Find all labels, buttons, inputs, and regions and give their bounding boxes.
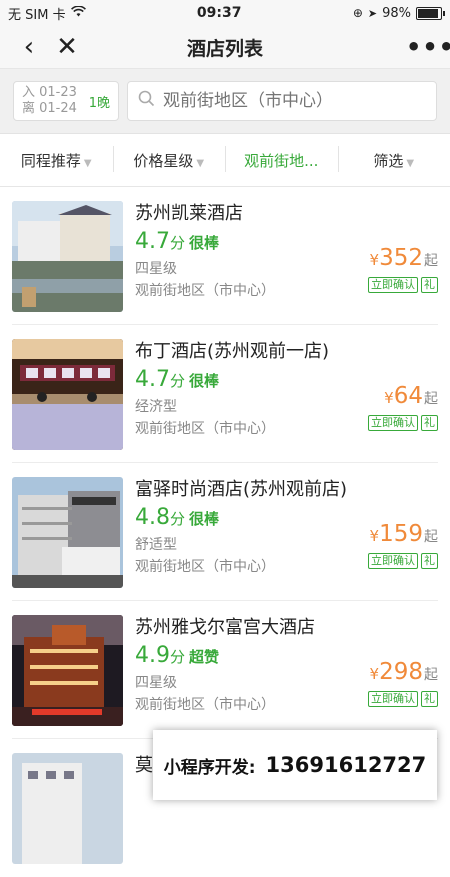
- hotel-price: ¥298起: [370, 659, 438, 685]
- status-right: ⊕ ➤ 98%: [353, 6, 442, 21]
- hotel-name: 苏州凯莱酒店: [135, 201, 438, 227]
- score-value: 4.9: [135, 643, 170, 668]
- currency-symbol: ¥: [370, 665, 380, 683]
- gift-badge: 礼: [421, 691, 438, 707]
- hotel-price: ¥352起: [370, 245, 438, 271]
- score-word: 很棒: [189, 234, 219, 252]
- dropdown-arrow-icon: ▼: [406, 158, 414, 169]
- price-suffix: 起: [424, 667, 438, 683]
- checkin-date: 入 01-23: [22, 85, 77, 101]
- status-left: 无 SIM 卡: [8, 4, 86, 23]
- date-range: 入 01-23 离 01-24: [22, 85, 77, 117]
- score-word: 很棒: [189, 510, 219, 528]
- search-row: 入 01-23 离 01-24 1晚: [0, 69, 450, 134]
- dropdown-arrow-icon: ▼: [84, 158, 92, 169]
- score-unit: 分: [170, 234, 185, 252]
- nav-bar: ‹ ✕ 酒店列表 •••: [0, 26, 450, 69]
- hotel-name: 富驿时尚酒店(苏州观前店): [135, 477, 438, 503]
- search-input[interactable]: [161, 90, 426, 112]
- price-value: 159: [379, 521, 423, 547]
- banner-phone: 13691612727: [266, 753, 427, 777]
- filter-location[interactable]: 观前街地...: [225, 150, 338, 171]
- date-selector[interactable]: 入 01-23 离 01-24 1晚: [13, 81, 119, 121]
- hotel-info: 布丁酒店(苏州观前一店) 4.7分很棒 经济型 观前街地区（市中心） ¥64起 …: [135, 339, 438, 462]
- developer-contact-banner: 小程序开发: 13691612727: [153, 730, 437, 800]
- instant-confirm-badge: 立即确认: [368, 277, 418, 293]
- score-unit: 分: [170, 372, 185, 390]
- battery-percent: 98%: [382, 6, 411, 21]
- filter-label: 同程推荐: [21, 152, 81, 170]
- hotel-list-item[interactable]: 布丁酒店(苏州观前一店) 4.7分很棒 经济型 观前街地区（市中心） ¥64起 …: [12, 325, 438, 463]
- hotel-name: 苏州雅戈尔富宫大酒店: [135, 615, 438, 641]
- hotel-tags: 立即确认礼: [368, 277, 438, 293]
- hotel-thumbnail: [12, 753, 123, 864]
- price-value: 352: [379, 245, 423, 271]
- hotel-list-item[interactable]: 富驿时尚酒店(苏州观前店) 4.8分很棒 舒适型 观前街地区（市中心） ¥159…: [12, 463, 438, 601]
- hotel-list-item[interactable]: 苏州雅戈尔富宫大酒店 4.9分超赞 四星级 观前街地区（市中心） ¥298起 立…: [12, 601, 438, 739]
- hotel-tags: 立即确认礼: [368, 553, 438, 569]
- hotel-price: ¥64起: [384, 383, 438, 409]
- price-suffix: 起: [424, 391, 438, 407]
- price-suffix: 起: [424, 253, 438, 269]
- score-value: 4.7: [135, 367, 170, 392]
- filter-price-star[interactable]: 价格星级▼: [113, 150, 226, 171]
- banner-label: 小程序开发:: [164, 753, 256, 778]
- rotation-lock-icon: ⊕: [353, 6, 363, 20]
- filter-label: 筛选: [373, 152, 403, 170]
- status-bar: 无 SIM 卡 09:37 ⊕ ➤ 98%: [0, 0, 450, 26]
- hotel-tags: 立即确认礼: [368, 415, 438, 431]
- filter-recommend[interactable]: 同程推荐▼: [0, 150, 113, 171]
- battery-fill: [418, 9, 438, 18]
- hotel-name: 布丁酒店(苏州观前一店): [135, 339, 438, 365]
- currency-symbol: ¥: [370, 527, 380, 545]
- hotel-price: ¥159起: [370, 521, 438, 547]
- dropdown-arrow-icon: ▼: [196, 158, 204, 169]
- more-options-icon[interactable]: •••: [406, 35, 436, 59]
- hotel-info: 苏州雅戈尔富宫大酒店 4.9分超赞 四星级 观前街地区（市中心） ¥298起 立…: [135, 615, 438, 738]
- gift-badge: 礼: [421, 277, 438, 293]
- price-value: 298: [379, 659, 423, 685]
- hotel-thumbnail: [12, 201, 123, 312]
- price-value: 64: [394, 383, 423, 409]
- back-arrow-icon[interactable]: ‹: [14, 34, 44, 60]
- hotel-tags: 立即确认礼: [368, 691, 438, 707]
- close-icon[interactable]: ✕: [52, 34, 82, 60]
- hotel-info: 苏州凯莱酒店 4.7分很棒 四星级 观前街地区（市中心） ¥352起 立即确认礼: [135, 201, 438, 324]
- nights-count: 1晚: [89, 92, 110, 111]
- search-box[interactable]: [127, 81, 437, 121]
- filter-label: 价格星级: [133, 152, 193, 170]
- filter-bar: 同程推荐▼ 价格星级▼ 观前街地... 筛选▼: [0, 134, 450, 187]
- currency-symbol: ¥: [370, 251, 380, 269]
- carrier-text: 无 SIM 卡: [8, 4, 66, 23]
- filter-more[interactable]: 筛选▼: [338, 150, 450, 171]
- hotel-thumbnail: [12, 615, 123, 726]
- score-word: 超赞: [189, 648, 219, 666]
- hotel-thumbnail: [12, 339, 123, 450]
- status-time: 09:37: [197, 5, 242, 21]
- hotel-thumbnail: [12, 477, 123, 588]
- battery-icon: [416, 7, 442, 20]
- hotel-list-item[interactable]: 苏州凯莱酒店 4.7分很棒 四星级 观前街地区（市中心） ¥352起 立即确认礼: [12, 187, 438, 325]
- score-unit: 分: [170, 648, 185, 666]
- location-arrow-icon: ➤: [368, 7, 377, 20]
- instant-confirm-badge: 立即确认: [368, 415, 418, 431]
- search-icon: [138, 90, 155, 112]
- score-value: 4.7: [135, 229, 170, 254]
- instant-confirm-badge: 立即确认: [368, 553, 418, 569]
- gift-badge: 礼: [421, 415, 438, 431]
- instant-confirm-badge: 立即确认: [368, 691, 418, 707]
- price-suffix: 起: [424, 529, 438, 545]
- filter-label: 观前街地...: [244, 152, 318, 170]
- score-unit: 分: [170, 510, 185, 528]
- gift-badge: 礼: [421, 553, 438, 569]
- score-word: 很棒: [189, 372, 219, 390]
- wifi-icon: [71, 6, 86, 21]
- checkout-date: 离 01-24: [22, 101, 77, 117]
- score-value: 4.8: [135, 505, 170, 530]
- hotel-info: 富驿时尚酒店(苏州观前店) 4.8分很棒 舒适型 观前街地区（市中心） ¥159…: [135, 477, 438, 600]
- currency-symbol: ¥: [384, 389, 394, 407]
